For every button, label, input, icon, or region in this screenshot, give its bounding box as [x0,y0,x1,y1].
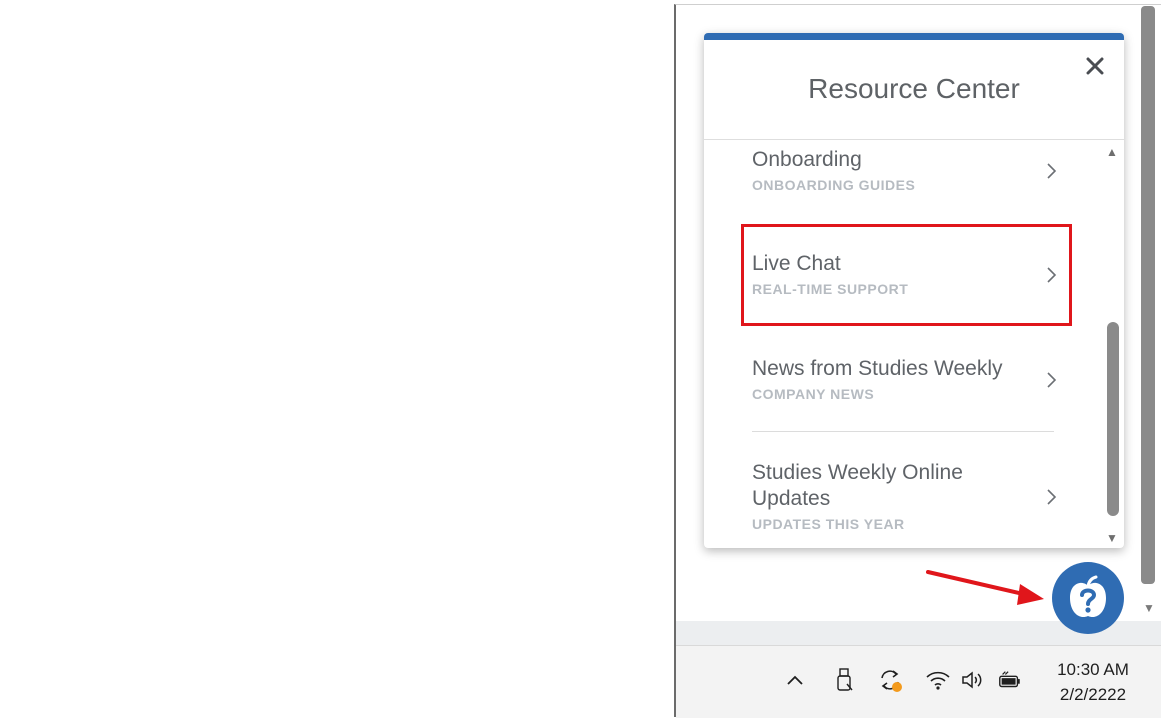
resource-center-help-button[interactable] [1052,562,1124,634]
list-item-onboarding[interactable]: Onboarding ONBOARDING GUIDES [704,147,1104,207]
window-scroll-down-arrow[interactable]: ▼ [1141,601,1157,615]
apple-question-icon [1070,575,1106,618]
arrow-annotation [926,570,1044,605]
panel-scroll-down-arrow[interactable]: ▼ [1105,532,1119,544]
highlight-annotation [741,224,1072,326]
sync-icon [881,670,902,692]
item-title: Studies Weekly Online Updates [752,461,963,510]
close-icon [1086,57,1104,75]
panel-accent-bar [704,33,1124,40]
item-subtitle: ONBOARDING GUIDES [752,177,916,193]
chevron-up-icon [787,675,803,685]
volume-icon [962,671,982,689]
network-tray-button[interactable] [925,665,951,695]
item-subtitle: COMPANY NEWS [752,386,875,402]
battery-tray-button[interactable] [997,665,1023,695]
show-hidden-icons-button[interactable] [782,665,808,695]
clock-time: 10:30 AM [1057,660,1129,679]
taskbar-clock[interactable]: 10:30 AM 2/2/2222 [1046,657,1140,707]
clock-date: 2/2/2222 [1059,685,1127,704]
item-title: Onboarding [752,148,862,171]
panel-scrollbar-thumb[interactable] [1107,322,1119,516]
chevron-right-icon [1047,489,1057,505]
panel-scroll-up-arrow[interactable]: ▲ [1105,146,1119,158]
panel-title: Resource Center [808,73,1020,104]
window-scrollbar-thumb[interactable] [1141,6,1155,584]
usb-tray-button[interactable] [831,665,857,695]
volume-tray-button[interactable] [960,665,986,695]
item-divider [752,431,1054,432]
usb-drive-icon [837,668,853,691]
wifi-icon [926,671,950,690]
item-title: News from Studies Weekly [752,357,1003,380]
chevron-right-icon [1047,372,1057,388]
list-item-news[interactable]: News from Studies Weekly COMPANY NEWS [704,356,1104,416]
header-divider [704,139,1124,140]
item-subtitle: UPDATES THIS YEAR [752,516,905,532]
list-item-online-updates[interactable]: Studies Weekly Online Updates UPDATES TH… [704,460,1104,540]
chevron-right-icon [1047,163,1057,179]
close-button[interactable] [1082,53,1108,79]
sync-tray-button[interactable] [877,665,903,695]
battery-icon [999,671,1020,688]
